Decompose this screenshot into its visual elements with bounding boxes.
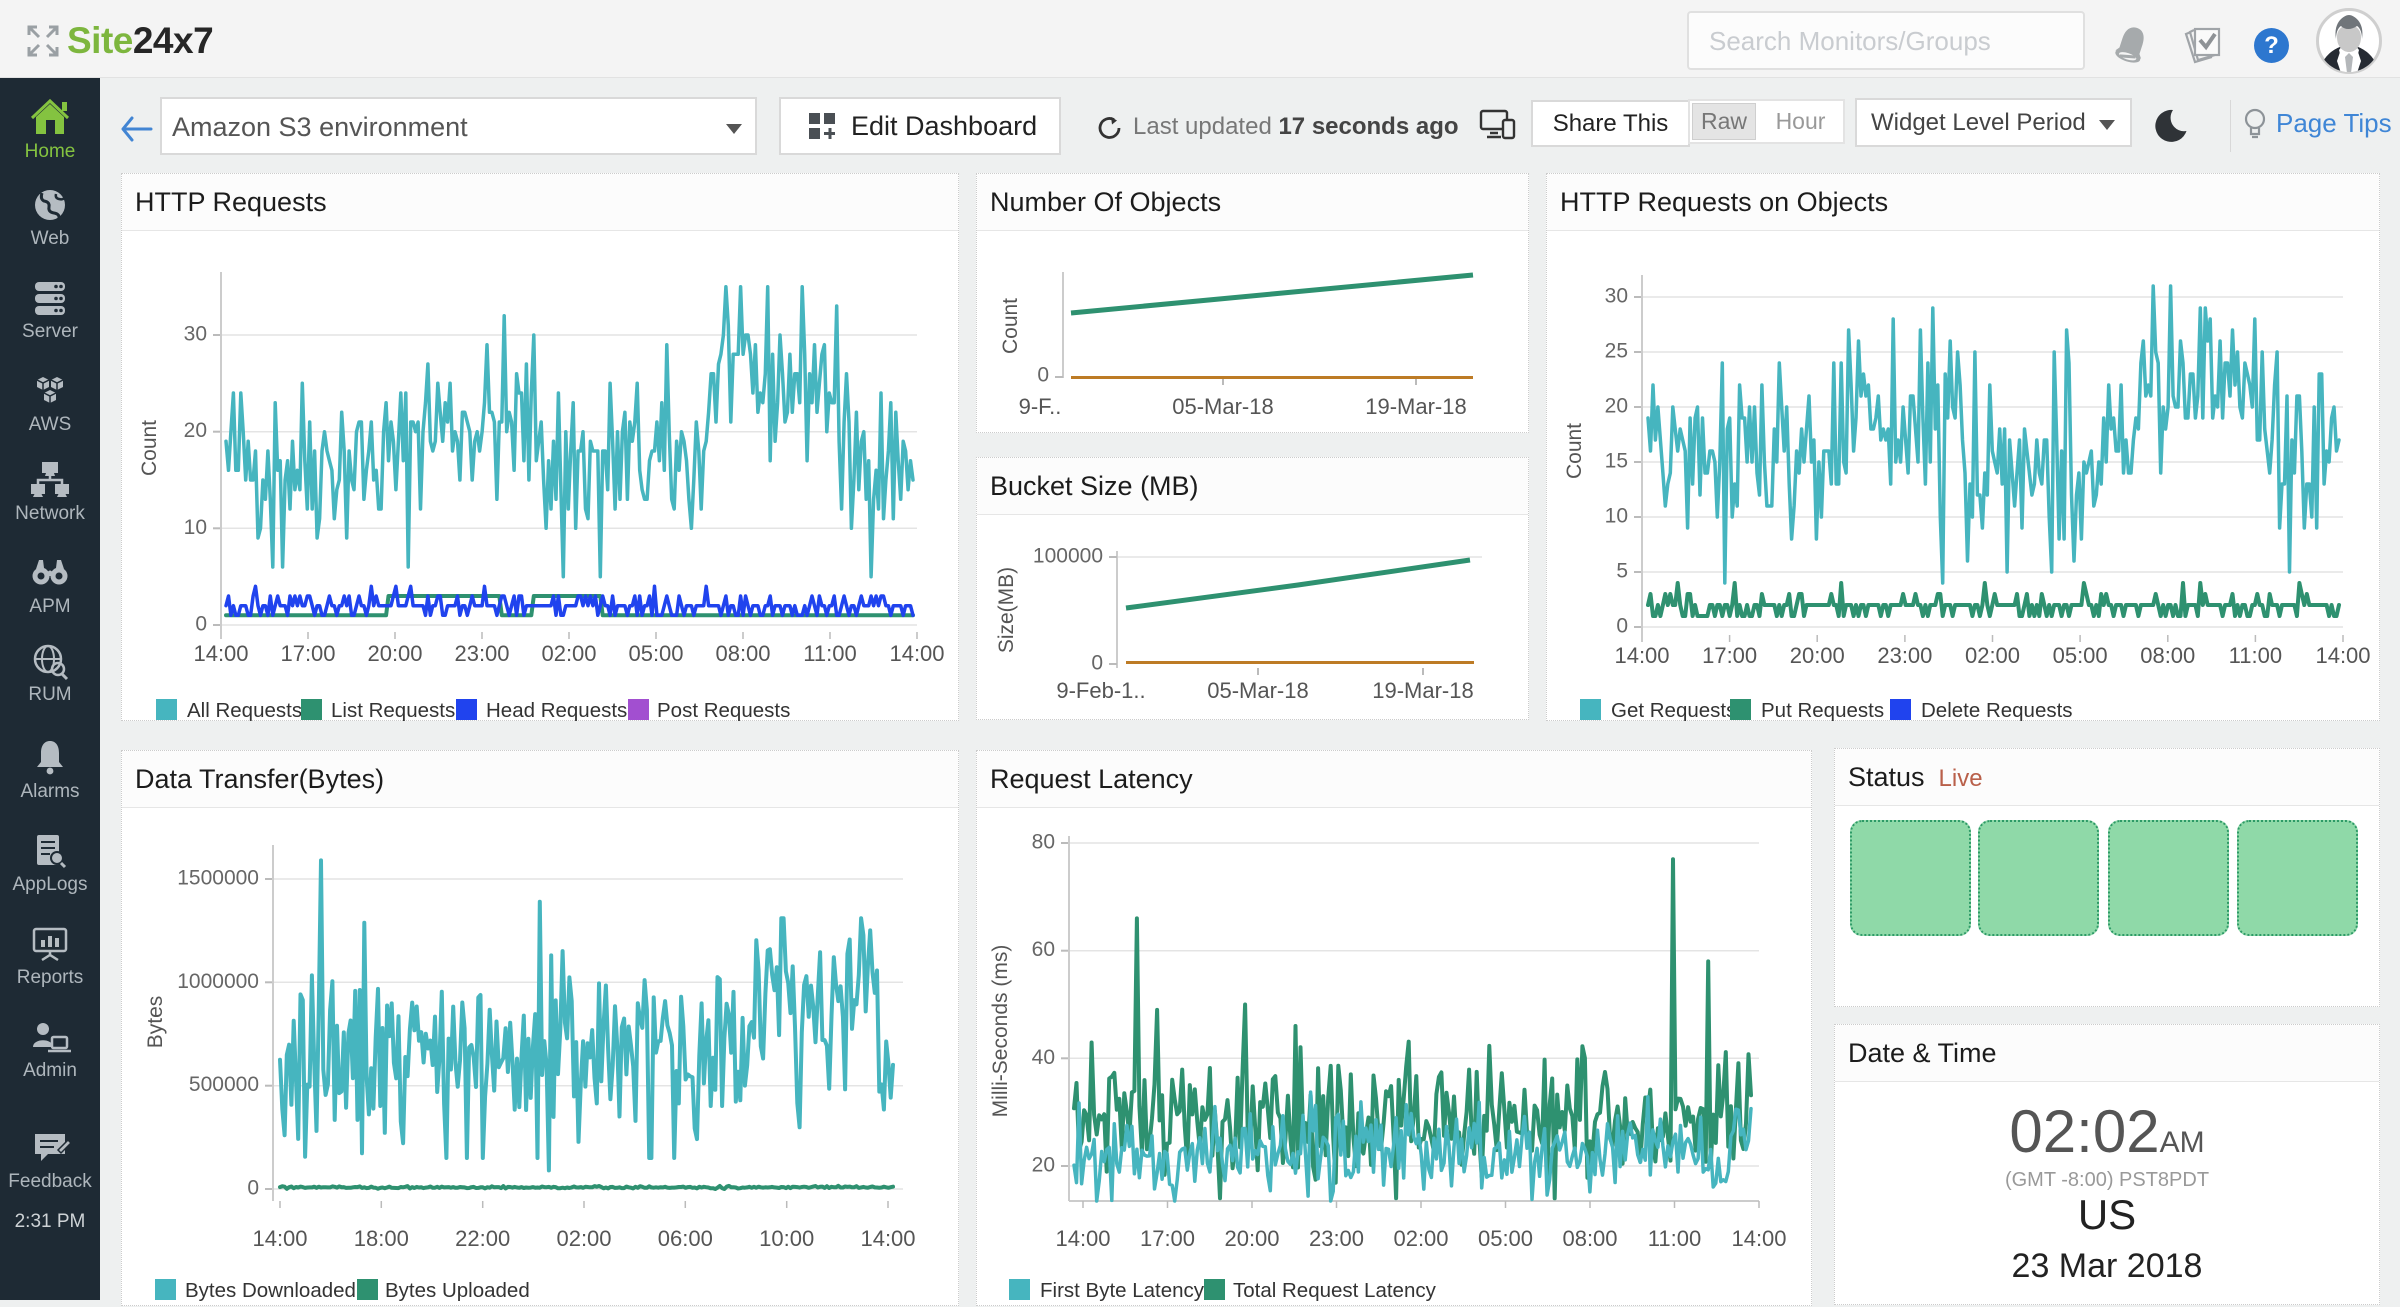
svg-text:06:00: 06:00 <box>658 1226 713 1251</box>
svg-text:20:00: 20:00 <box>367 641 422 666</box>
svg-text:100000: 100000 <box>1033 545 1103 568</box>
svg-text:Count: Count <box>138 420 161 476</box>
svg-text:9-Feb-1..: 9-Feb-1.. <box>1056 678 1145 703</box>
svg-text:0: 0 <box>247 1177 259 1200</box>
svg-text:All Requests: All Requests <box>187 699 302 722</box>
svg-text:20: 20 <box>1032 1154 1055 1177</box>
svg-text:17:00: 17:00 <box>280 641 335 666</box>
svg-text:20: 20 <box>184 419 207 442</box>
svg-text:18:00: 18:00 <box>354 1226 409 1251</box>
svg-text:60: 60 <box>1032 938 1055 961</box>
svg-text:9-F..: 9-F.. <box>1019 394 1062 419</box>
svg-text:20: 20 <box>1605 395 1628 418</box>
svg-text:Get Requests: Get Requests <box>1611 699 1736 722</box>
svg-text:10: 10 <box>1605 505 1628 528</box>
svg-text:Milli-Seconds (ms): Milli-Seconds (ms) <box>989 945 1012 1118</box>
svg-text:14:00: 14:00 <box>860 1226 915 1251</box>
svg-text:1500000: 1500000 <box>177 867 259 890</box>
svg-text:Bytes: Bytes <box>144 996 167 1049</box>
svg-text:14:00: 14:00 <box>193 641 248 666</box>
svg-text:11:00: 11:00 <box>1648 1226 1701 1251</box>
svg-text:Head Requests: Head Requests <box>486 699 627 722</box>
svg-text:40: 40 <box>1032 1046 1055 1069</box>
svg-text:02:00: 02:00 <box>1393 1226 1448 1251</box>
svg-text:14:00: 14:00 <box>252 1226 307 1251</box>
svg-text:23:00: 23:00 <box>1309 1226 1364 1251</box>
svg-text:02:00: 02:00 <box>1965 643 2020 668</box>
svg-text:05:00: 05:00 <box>628 641 683 666</box>
svg-text:17:00: 17:00 <box>1702 643 1757 668</box>
svg-text:Size(MB): Size(MB) <box>995 567 1018 653</box>
svg-text:5: 5 <box>1616 560 1628 583</box>
svg-text:14:00: 14:00 <box>889 641 944 666</box>
svg-text:10: 10 <box>184 516 207 539</box>
svg-text:25: 25 <box>1605 340 1628 363</box>
svg-text:11:00: 11:00 <box>2229 643 2282 668</box>
svg-text:14:00: 14:00 <box>1731 1226 1786 1251</box>
svg-text:Delete Requests: Delete Requests <box>1921 699 2073 722</box>
svg-text:0: 0 <box>195 613 207 636</box>
svg-text:List Requests: List Requests <box>331 699 455 722</box>
svg-text:Count: Count <box>999 298 1022 354</box>
svg-text:Total Request Latency: Total Request Latency <box>1233 1279 1437 1302</box>
svg-text:23:00: 23:00 <box>454 641 509 666</box>
svg-text:08:00: 08:00 <box>1562 1226 1617 1251</box>
svg-text:0: 0 <box>1091 652 1103 675</box>
svg-text:10:00: 10:00 <box>759 1226 814 1251</box>
svg-text:05-Mar-18: 05-Mar-18 <box>1207 678 1308 703</box>
svg-text:14:00: 14:00 <box>1055 1226 1110 1251</box>
svg-text:30: 30 <box>184 323 207 346</box>
svg-text:05-Mar-18: 05-Mar-18 <box>1172 394 1273 419</box>
svg-text:14:00: 14:00 <box>2315 643 2370 668</box>
svg-text:02:00: 02:00 <box>556 1226 611 1251</box>
svg-text:02:00: 02:00 <box>541 641 596 666</box>
svg-text:14:00: 14:00 <box>1614 643 1669 668</box>
svg-text:Count: Count <box>1563 423 1586 479</box>
svg-text:0: 0 <box>1616 615 1628 638</box>
svg-text:19-Mar-18: 19-Mar-18 <box>1365 394 1466 419</box>
svg-text:05:00: 05:00 <box>1478 1226 1533 1251</box>
svg-text:08:00: 08:00 <box>2140 643 2195 668</box>
svg-text:Post Requests: Post Requests <box>657 699 790 722</box>
svg-text:Bytes Uploaded: Bytes Uploaded <box>385 1279 530 1302</box>
svg-text:Put Requests: Put Requests <box>1761 699 1884 722</box>
svg-text:30: 30 <box>1605 285 1628 308</box>
svg-text:19-Mar-18: 19-Mar-18 <box>1372 678 1473 703</box>
svg-text:11:00: 11:00 <box>803 641 856 666</box>
svg-text:05:00: 05:00 <box>2053 643 2108 668</box>
svg-text:15: 15 <box>1605 450 1628 473</box>
svg-text:23:00: 23:00 <box>1877 643 1932 668</box>
svg-text:0: 0 <box>1037 364 1049 387</box>
svg-text:1000000: 1000000 <box>177 970 259 993</box>
svg-text:17:00: 17:00 <box>1140 1226 1195 1251</box>
svg-text:80: 80 <box>1032 831 1055 854</box>
svg-text:500000: 500000 <box>189 1073 259 1096</box>
svg-text:Bytes Downloaded: Bytes Downloaded <box>185 1279 356 1302</box>
svg-text:22:00: 22:00 <box>455 1226 510 1251</box>
svg-text:20:00: 20:00 <box>1224 1226 1279 1251</box>
svg-text:08:00: 08:00 <box>715 641 770 666</box>
svg-text:First Byte Latency: First Byte Latency <box>1040 1279 1205 1302</box>
svg-text:20:00: 20:00 <box>1790 643 1845 668</box>
